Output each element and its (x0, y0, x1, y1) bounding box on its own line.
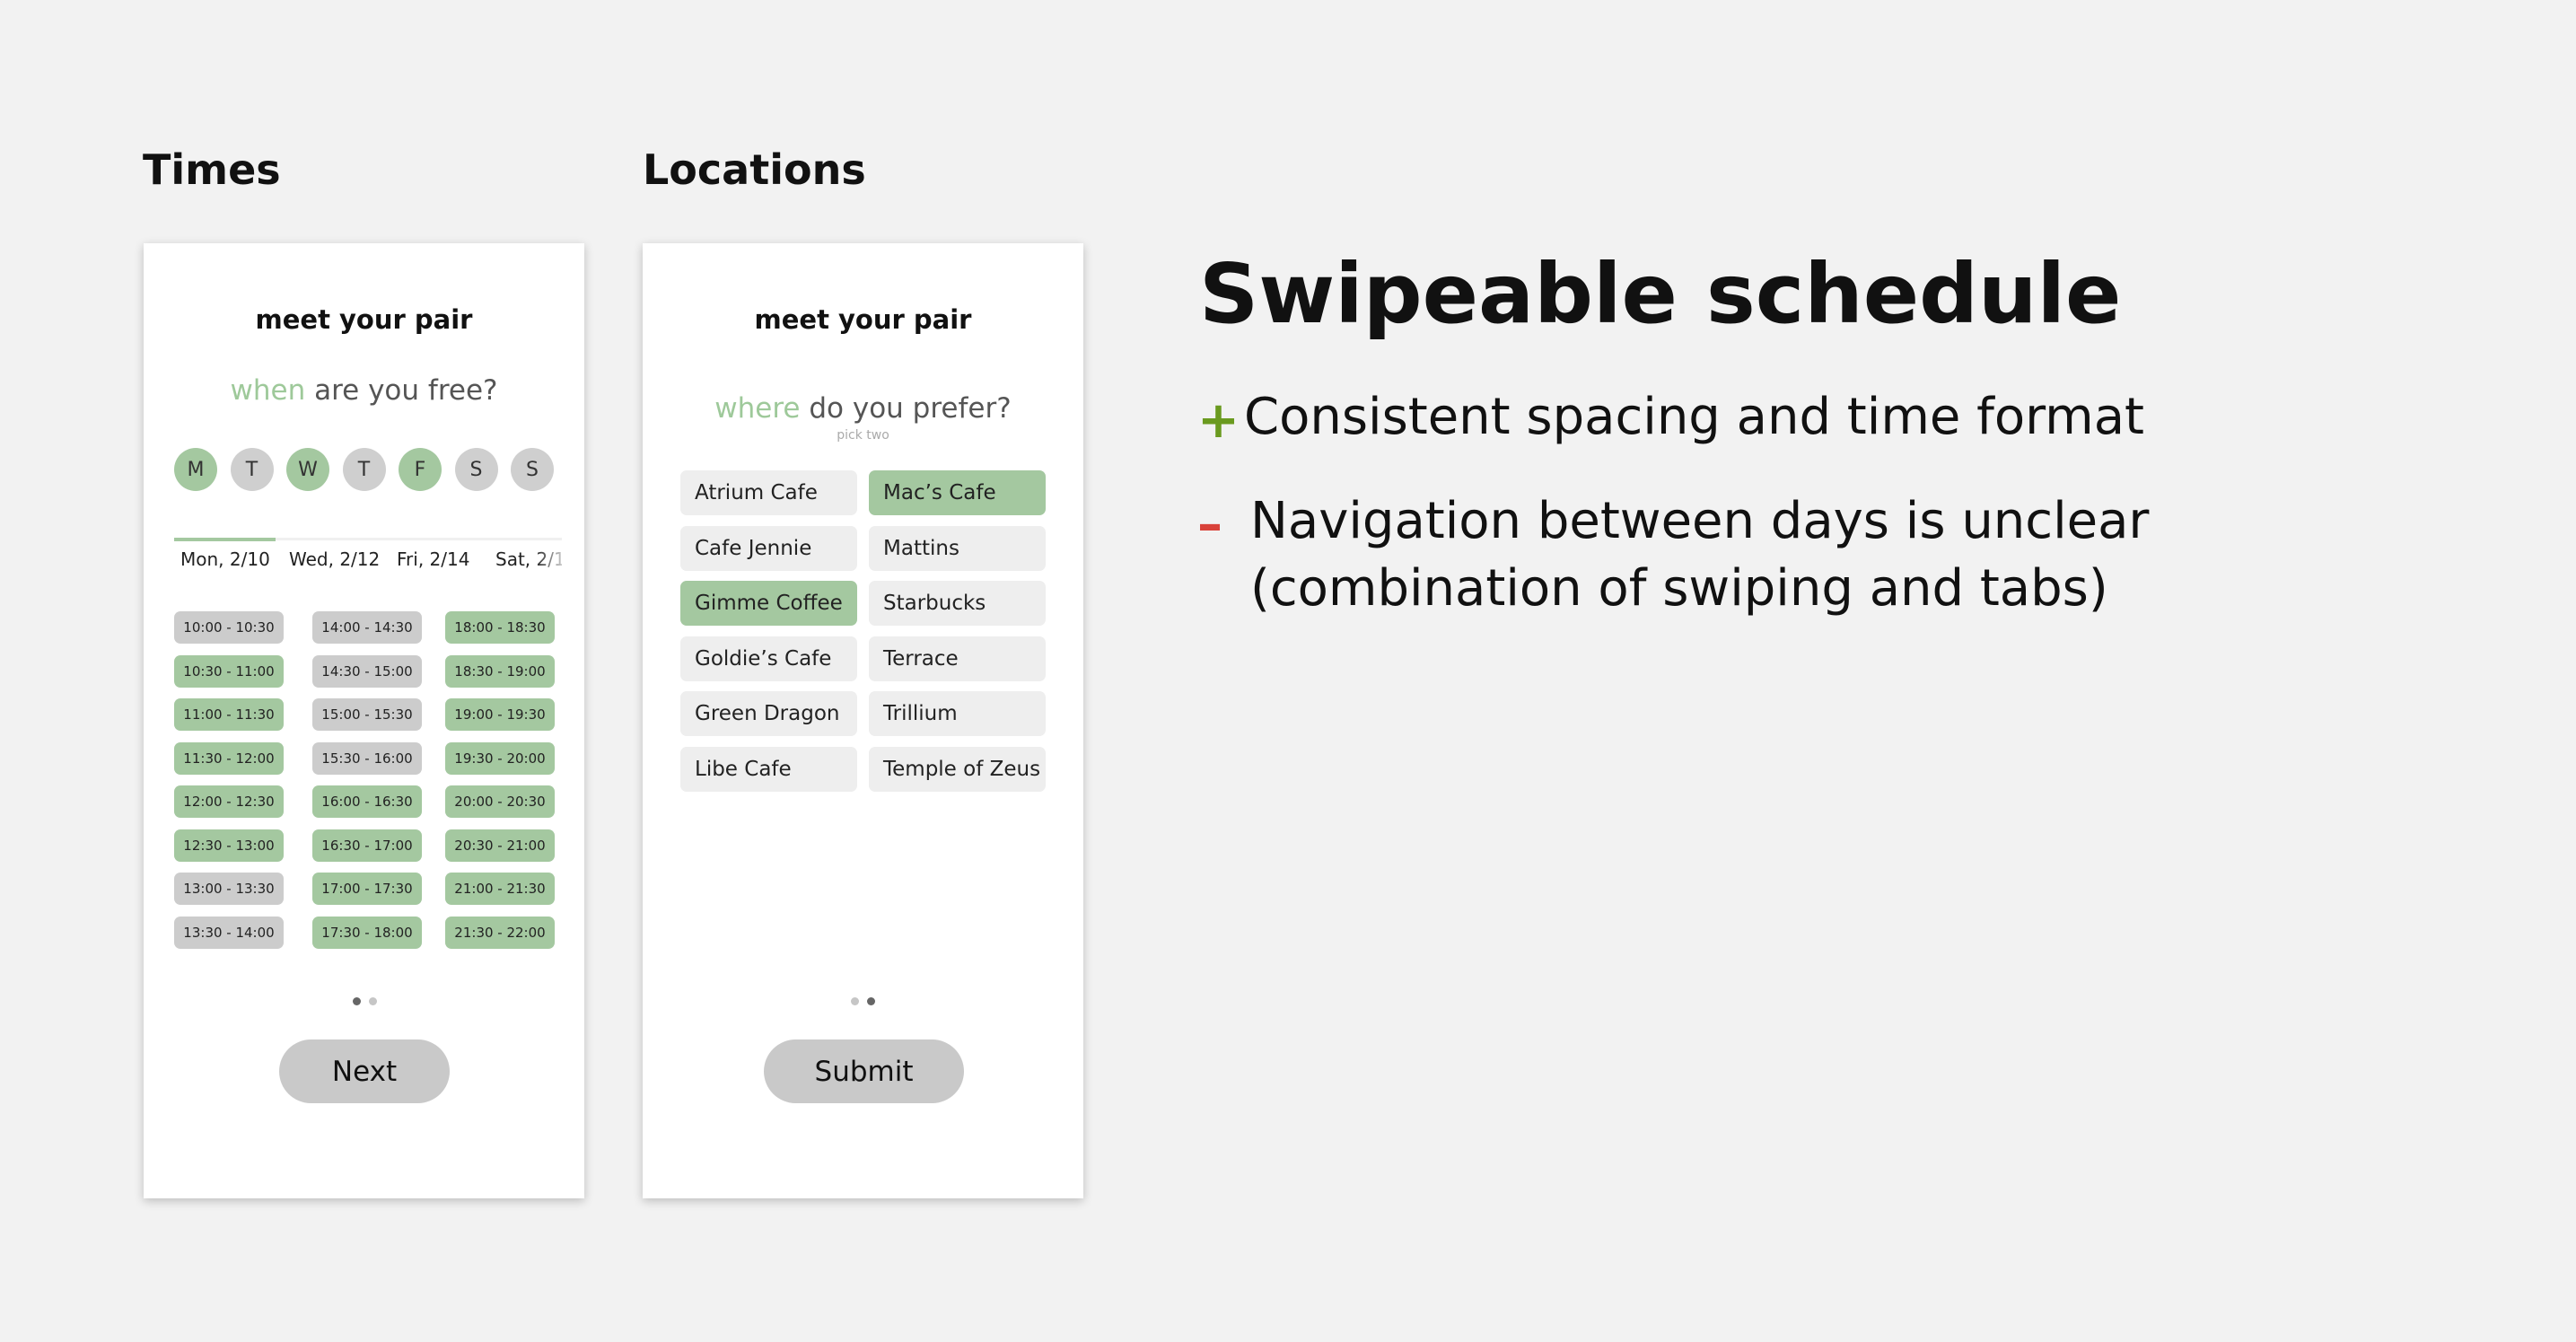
time-slot[interactable]: 18:00 - 18:30 (445, 611, 555, 644)
time-slot[interactable]: 20:30 - 21:00 (445, 829, 555, 862)
con-text-line2: (combination of swiping and tabs) (1250, 559, 2108, 618)
time-slot[interactable]: 14:00 - 14:30 (312, 611, 422, 644)
app-title: meet your pair (255, 304, 473, 335)
submit-button[interactable]: Submit (764, 1039, 964, 1103)
date-tab-0[interactable]: Mon, 2/10 (180, 548, 270, 570)
day-toggle-4[interactable]: F (399, 448, 442, 491)
headline: Swipeable schedule (1199, 246, 2122, 342)
date-tab-1[interactable]: Wed, 2/12 (289, 548, 380, 570)
time-slot[interactable]: 15:30 - 16:00 (312, 741, 422, 775)
location-option[interactable]: Atrium Cafe (680, 470, 857, 515)
time-slot[interactable]: 17:00 - 17:30 (312, 873, 422, 905)
time-slot[interactable]: 20:00 - 20:30 (445, 785, 555, 818)
location-option[interactable]: Libe Cafe (680, 747, 857, 792)
time-slot[interactable]: 10:30 - 11:00 (174, 654, 284, 688)
time-slot[interactable]: 19:00 - 19:30 (445, 698, 555, 731)
tabs-fade-overlay (535, 548, 571, 581)
location-option[interactable]: Starbucks (869, 581, 1046, 627)
time-slot[interactable]: 11:30 - 12:00 (174, 741, 284, 775)
active-tab-indicator (174, 538, 276, 541)
time-slot[interactable]: 19:30 - 20:00 (445, 741, 555, 775)
time-slot[interactable]: 18:30 - 19:00 (445, 654, 555, 688)
time-slot[interactable]: 16:30 - 17:00 (312, 829, 422, 862)
times-screen: meet your pair when are you free? MTWTFS… (144, 243, 584, 1198)
question-text: do you prefer? (800, 392, 1012, 425)
time-slot[interactable]: 17:30 - 18:00 (312, 916, 422, 949)
location-option[interactable]: Temple of Zeus (869, 747, 1046, 792)
day-toggle-5[interactable]: S (454, 448, 498, 491)
day-toggle-1[interactable]: T (230, 448, 274, 491)
con-text-line1: Navigation between days is unclear (1250, 492, 2150, 550)
location-option[interactable]: Gimme Coffee (680, 581, 857, 627)
plus-icon: + (1197, 391, 1240, 450)
app-title: meet your pair (754, 304, 972, 335)
day-toggle-0[interactable]: M (174, 448, 217, 491)
section-title-times: Times (143, 145, 281, 194)
time-slot[interactable]: 14:30 - 15:00 (312, 654, 422, 688)
time-slot[interactable]: 12:30 - 13:00 (174, 829, 284, 862)
question-accent: when (230, 374, 306, 407)
locations-screen: meet your pair where do you prefer? pick… (643, 243, 1083, 1198)
time-slot[interactable]: 13:00 - 13:30 (174, 873, 284, 905)
location-question: where do you prefer? (643, 392, 1083, 425)
page-dot-2 (867, 997, 875, 1005)
location-option[interactable]: Mattins (869, 525, 1046, 571)
day-toggle-3[interactable]: T (342, 448, 386, 491)
pick-hint: pick two (837, 428, 889, 443)
day-toggle-2[interactable]: W (286, 448, 329, 491)
date-tabs: Mon, 2/10Wed, 2/12Fri, 2/14Sat, 2/15 (174, 548, 562, 581)
minus-icon: – (1197, 496, 1222, 554)
page-dot-2 (369, 997, 377, 1005)
time-slot[interactable]: 21:00 - 21:30 (445, 873, 555, 905)
section-title-locations: Locations (643, 145, 866, 194)
location-option[interactable]: Mac’s Cafe (869, 470, 1046, 515)
day-toggle-6[interactable]: S (511, 448, 554, 491)
page-dot-1 (353, 997, 361, 1005)
location-option[interactable]: Cafe Jennie (680, 525, 857, 571)
location-option[interactable]: Goldie’s Cafe (680, 636, 857, 681)
time-slot[interactable]: 21:30 - 22:00 (445, 916, 555, 949)
question-accent: where (714, 392, 801, 425)
time-slot[interactable]: 10:00 - 10:30 (174, 611, 284, 644)
location-option[interactable]: Terrace (869, 636, 1046, 681)
location-option[interactable]: Green Dragon (680, 691, 857, 737)
page-dot-1 (851, 997, 859, 1005)
time-slot[interactable]: 13:30 - 14:00 (174, 916, 284, 949)
date-tab-2[interactable]: Fri, 2/14 (397, 548, 469, 570)
time-slot[interactable]: 15:00 - 15:30 (312, 698, 422, 731)
time-slot[interactable]: 12:00 - 12:30 (174, 785, 284, 818)
time-slot[interactable]: 11:00 - 11:30 (174, 698, 284, 731)
pro-text: Consistent spacing and time format (1244, 388, 2144, 446)
question-text: are you free? (305, 374, 498, 407)
time-slot[interactable]: 16:00 - 16:30 (312, 785, 422, 818)
availability-question: when are you free? (144, 374, 584, 407)
next-button[interactable]: Next (279, 1039, 450, 1103)
location-option[interactable]: Trillium (869, 691, 1046, 737)
day-selector: MTWTFSS (174, 448, 560, 493)
